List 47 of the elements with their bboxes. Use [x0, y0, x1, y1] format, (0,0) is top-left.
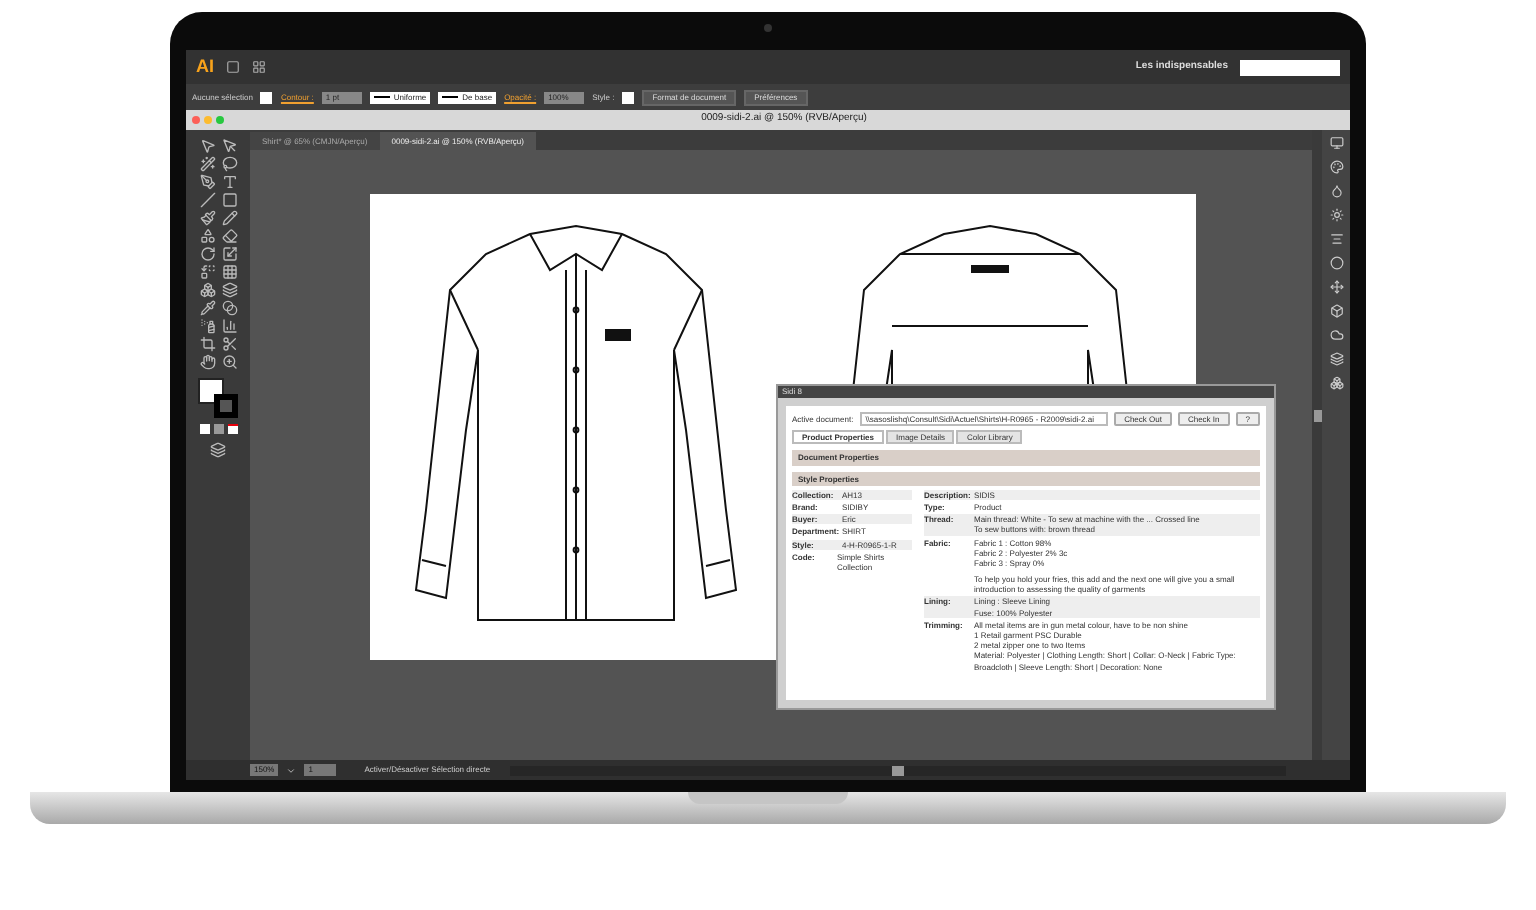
- shapes-icon[interactable]: [199, 228, 215, 244]
- crop-icon[interactable]: [199, 336, 215, 352]
- align-icon[interactable]: [1329, 232, 1343, 246]
- grid-icon[interactable]: [221, 264, 237, 280]
- type-icon[interactable]: [221, 174, 237, 190]
- move-icon[interactable]: [1329, 280, 1343, 294]
- eraser-icon[interactable]: [221, 228, 237, 244]
- eyedropper-icon[interactable]: [199, 300, 215, 316]
- screen-mode-icon[interactable]: [210, 442, 226, 458]
- replace-icon[interactable]: [199, 264, 215, 280]
- app-logo: AI: [196, 53, 214, 80]
- brush-icon[interactable]: [199, 210, 215, 226]
- cube-icon[interactable]: [1329, 304, 1343, 318]
- gradient-mode-icon[interactable]: [213, 424, 223, 434]
- hand-icon[interactable]: [199, 354, 215, 370]
- cloud-icon[interactable]: [1329, 328, 1343, 342]
- droplet-icon[interactable]: [1329, 184, 1343, 198]
- layers-icon[interactable]: [221, 282, 237, 298]
- circle-icon[interactable]: [1329, 256, 1343, 270]
- no-fill-icon[interactable]: [227, 424, 237, 434]
- color-swatch[interactable]: [260, 91, 273, 103]
- pencil-icon[interactable]: [221, 210, 237, 226]
- monitor-icon[interactable]: [1329, 136, 1343, 150]
- sun-icon[interactable]: [1329, 208, 1343, 222]
- rotate-icon[interactable]: [199, 246, 215, 262]
- rectangle-icon[interactable]: [221, 192, 237, 208]
- scale-icon[interactable]: [221, 246, 237, 262]
- boxes-icon[interactable]: [1329, 376, 1343, 390]
- blend-icon[interactable]: [221, 300, 237, 316]
- line-icon[interactable]: [199, 192, 215, 208]
- lasso-icon[interactable]: [221, 156, 237, 172]
- fill-stroke-swatch[interactable]: [198, 378, 238, 418]
- palette-icon[interactable]: [1329, 160, 1343, 174]
- scissors-icon[interactable]: [221, 336, 237, 352]
- layers-icon[interactable]: [1329, 352, 1343, 366]
- pen-icon[interactable]: [199, 174, 215, 190]
- direct-selection-icon[interactable]: [221, 138, 237, 154]
- zoom-icon[interactable]: [221, 354, 237, 370]
- color-swatch[interactable]: [622, 91, 635, 103]
- search-field[interactable]: [1240, 59, 1340, 75]
- camera-icon: [764, 24, 772, 32]
- zoom-dropdown-icon[interactable]: [286, 765, 297, 775]
- magic-wand-icon[interactable]: [199, 156, 215, 172]
- color-mode-icon[interactable]: [199, 424, 209, 434]
- bar-chart-icon[interactable]: [221, 318, 237, 334]
- selection-icon[interactable]: [199, 138, 215, 154]
- boxes-icon[interactable]: [199, 282, 215, 298]
